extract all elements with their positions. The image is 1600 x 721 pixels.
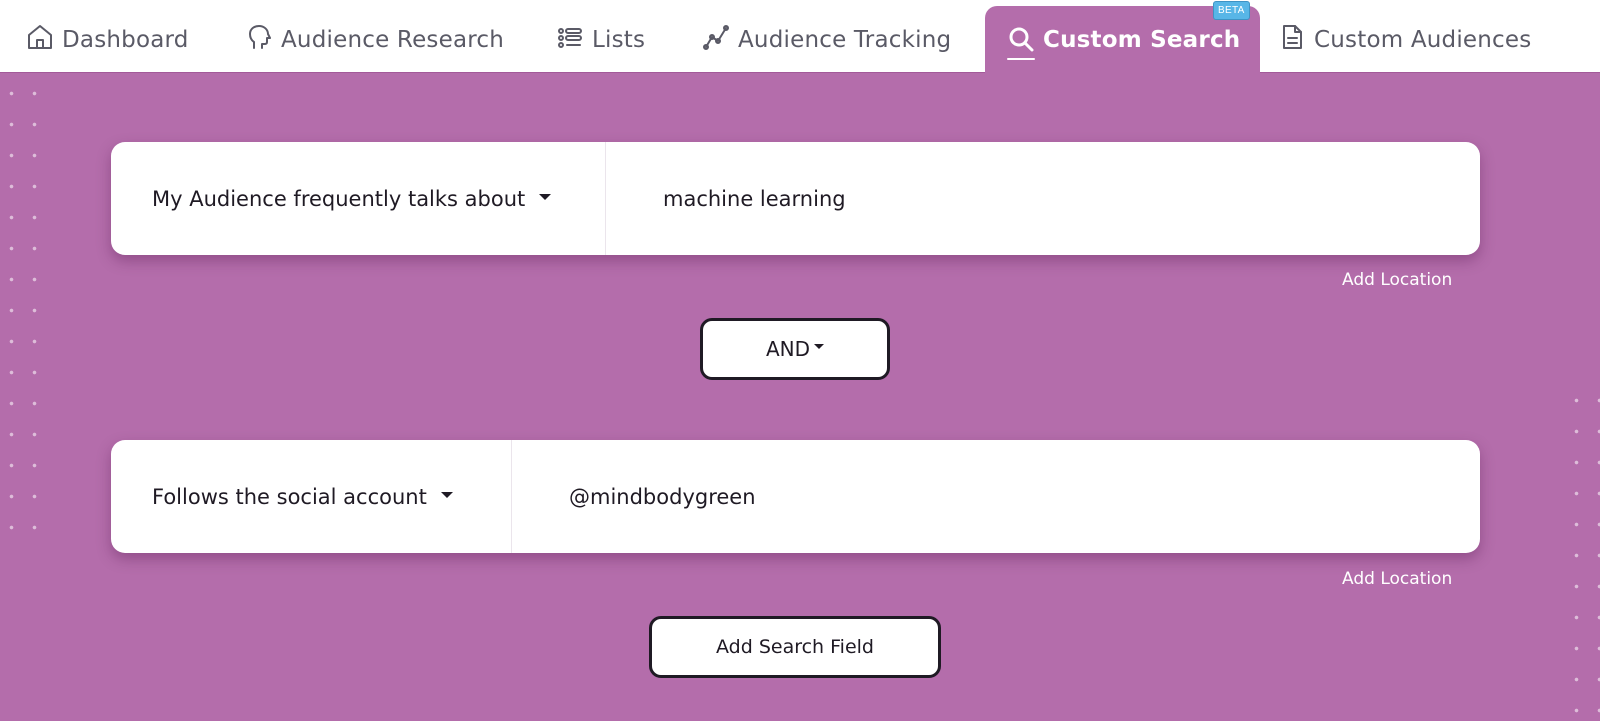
search-field-row: Follows the social account xyxy=(111,440,1480,553)
condition-dropdown[interactable]: My Audience frequently talks about xyxy=(111,142,606,255)
home-icon xyxy=(26,23,54,57)
nav-label: Custom Audiences xyxy=(1314,26,1532,53)
condition-label: Follows the social account xyxy=(152,484,427,509)
nav-tab-lists[interactable]: Lists xyxy=(556,6,645,73)
operator-label: AND xyxy=(765,337,811,361)
top-nav: Dashboard Audience Research Lists Audien… xyxy=(0,0,1600,74)
add-location-link[interactable]: Add Location xyxy=(1342,569,1452,589)
caret-down-icon xyxy=(814,343,825,349)
condition-label: My Audience frequently talks about xyxy=(152,186,526,211)
add-location-link[interactable]: Add Location xyxy=(1342,270,1452,290)
nav-tab-dashboard[interactable]: Dashboard xyxy=(26,6,189,73)
search-value-input[interactable] xyxy=(606,142,1480,255)
search-field-row: My Audience frequently talks about xyxy=(111,142,1480,255)
list-icon xyxy=(556,23,584,57)
beta-badge: BETA xyxy=(1213,1,1250,20)
nav-label: Custom Search xyxy=(1043,27,1241,53)
nav-tab-audience-tracking[interactable]: Audience Tracking xyxy=(702,6,951,73)
operator-dropdown-button[interactable]: AND xyxy=(700,318,890,380)
dots-decoration-left xyxy=(0,78,40,538)
add-search-field-button[interactable]: Add Search Field xyxy=(649,616,941,678)
condition-dropdown[interactable]: Follows the social account xyxy=(111,440,512,553)
head-icon xyxy=(245,23,273,57)
search-icon xyxy=(1007,26,1035,60)
nav-label: Dashboard xyxy=(62,26,189,53)
dots-decoration-right xyxy=(1565,385,1600,721)
nav-label: Audience Tracking xyxy=(738,26,952,53)
nav-tab-custom-audiences[interactable]: Custom Audiences xyxy=(1278,6,1531,73)
nav-tab-audience-research[interactable]: Audience Research xyxy=(245,6,504,73)
caret-down-icon xyxy=(440,491,453,498)
chart-line-icon xyxy=(702,23,730,57)
search-value-input[interactable] xyxy=(512,440,1480,553)
nav-label: Lists xyxy=(592,26,646,53)
caret-down-icon xyxy=(539,193,552,200)
nav-label: Audience Research xyxy=(281,26,505,53)
document-icon xyxy=(1278,23,1306,57)
